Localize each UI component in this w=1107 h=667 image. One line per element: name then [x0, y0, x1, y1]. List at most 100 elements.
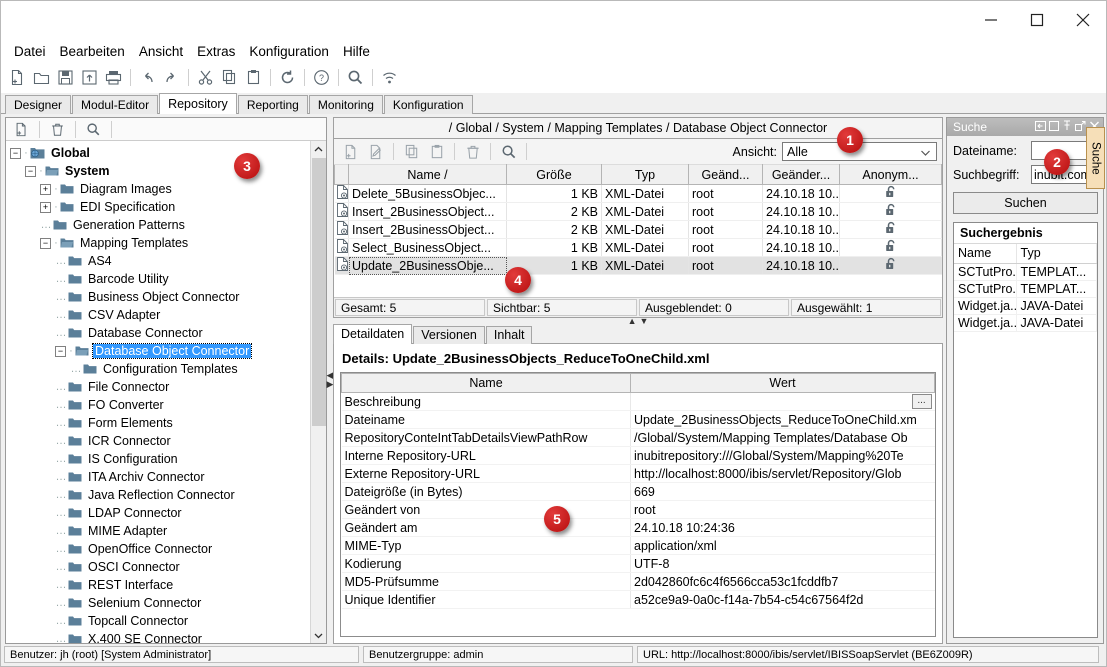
tree-node-icr-connector[interactable]: …ICR Connector: [10, 432, 310, 450]
details-row[interactable]: MD5-Prüfsumme2d042860fc6c4f6566cca53c1fc…: [342, 573, 935, 591]
column-header-changed-by[interactable]: Geänd...: [689, 165, 763, 185]
tree-node-java-reflection-connector[interactable]: …Java Reflection Connector: [10, 486, 310, 504]
table-row[interactable]: Insert_2BusinessObject...2 KBXML-Dateiro…: [335, 203, 942, 221]
tree-toggle-plus-icon[interactable]: +: [40, 184, 51, 195]
tree-node-as4[interactable]: …AS4: [10, 252, 310, 270]
search-icon[interactable]: [344, 66, 367, 89]
tree-node-selenium-connector[interactable]: …Selenium Connector: [10, 594, 310, 612]
new-node-icon[interactable]: [10, 118, 33, 141]
scroll-down-button[interactable]: [311, 627, 327, 643]
tab-inhalt[interactable]: Inhalt: [486, 326, 533, 344]
tree-node-business-object-connector[interactable]: …Business Object Connector: [10, 288, 310, 306]
column-header-anonymous[interactable]: Anonym...: [840, 165, 942, 185]
tree-node-database-connector[interactable]: …Database Connector: [10, 324, 310, 342]
menu-extras[interactable]: Extras: [190, 42, 242, 61]
collapse-left-icon[interactable]: [1035, 120, 1046, 134]
search-side-tab[interactable]: Suche: [1086, 127, 1105, 189]
menu-datei[interactable]: Datei: [7, 42, 53, 61]
tree-node-ldap-connector[interactable]: …LDAP Connector: [10, 504, 310, 522]
details-row[interactable]: Geändert am24.10.18 10:24:36: [342, 519, 935, 537]
tree-node-file-connector[interactable]: …File Connector: [10, 378, 310, 396]
maximize-button[interactable]: [1014, 1, 1060, 39]
tree-vertical-scrollbar[interactable]: [310, 141, 326, 643]
tree-toggle-minus-icon[interactable]: −: [40, 238, 51, 249]
tree-toggle-plus-icon[interactable]: +: [40, 202, 51, 213]
new-file-icon[interactable]: [6, 66, 29, 89]
tree-node-topcall-connector[interactable]: …Topcall Connector: [10, 612, 310, 630]
tab-designer[interactable]: Designer: [5, 95, 71, 114]
tree-node-ita-archiv-connector[interactable]: …ITA Archiv Connector: [10, 468, 310, 486]
save-as-icon[interactable]: [78, 66, 101, 89]
tree-node-openoffice-connector[interactable]: …OpenOffice Connector: [10, 540, 310, 558]
tree-node-system[interactable]: −·System: [10, 162, 310, 180]
tree-toggle-minus-icon[interactable]: −: [55, 346, 66, 357]
details-table[interactable]: Name Wert Beschreibung...DateinameUpdate…: [341, 373, 935, 609]
column-header-name[interactable]: Name /: [349, 165, 507, 185]
tree-toggle-minus-icon[interactable]: −: [10, 148, 21, 159]
tree-node-is-configuration[interactable]: …IS Configuration: [10, 450, 310, 468]
table-row[interactable]: Insert_2BusinessObject...2 KBXML-Dateiro…: [335, 221, 942, 239]
tree-node-edi-specification[interactable]: +·EDI Specification: [10, 198, 310, 216]
details-row[interactable]: Dateigröße (in Bytes)669: [342, 483, 935, 501]
details-row[interactable]: MIME-Typapplication/xml: [342, 537, 935, 555]
paste-icon[interactable]: [425, 140, 448, 163]
save-icon[interactable]: [54, 66, 77, 89]
maximize-icon[interactable]: [1049, 120, 1059, 134]
tab-monitoring[interactable]: Monitoring: [309, 95, 383, 114]
file-table[interactable]: Name / Größe Typ Geänd... Geänder... Ano…: [334, 164, 942, 275]
undo-icon[interactable]: [136, 66, 159, 89]
connection-icon[interactable]: [378, 66, 401, 89]
tree-node-list[interactable]: −·Global−·System+·Diagram Images+·EDI Sp…: [6, 141, 310, 643]
delete-icon[interactable]: [46, 118, 69, 141]
menu-bearbeiten[interactable]: Bearbeiten: [53, 42, 132, 61]
details-row[interactable]: Beschreibung...: [342, 393, 935, 411]
tree-node-osci-connector[interactable]: …OSCI Connector: [10, 558, 310, 576]
tree-node-rest-interface[interactable]: …REST Interface: [10, 576, 310, 594]
details-row[interactable]: Unique Identifiera52ce9a9-0a0c-f14a-7b54…: [342, 591, 935, 609]
tab-konfiguration[interactable]: Konfiguration: [384, 95, 473, 114]
tree-node-mapping-templates[interactable]: −·Mapping Templates: [10, 234, 310, 252]
search-results-table[interactable]: Name Typ SCTutPro...TEMPLAT...SCTutPro..…: [954, 244, 1097, 332]
tree-toggle-minus-icon[interactable]: −: [25, 166, 36, 177]
tree-node-diagram-images[interactable]: +·Diagram Images: [10, 180, 310, 198]
edit-description-button[interactable]: ...: [912, 394, 932, 409]
tree-node-barcode-utility[interactable]: …Barcode Utility: [10, 270, 310, 288]
new-file-icon[interactable]: [339, 140, 362, 163]
table-row[interactable]: Select_BusinessObject...1 KBXML-Dateiroo…: [335, 239, 942, 257]
open-folder-icon[interactable]: [30, 66, 53, 89]
column-header-type[interactable]: Typ: [602, 165, 689, 185]
details-row[interactable]: Externe Repository-URLhttp://localhost:8…: [342, 465, 935, 483]
tree-node-configuration-templates[interactable]: …Configuration Templates: [10, 360, 310, 378]
help-icon[interactable]: ?: [310, 66, 333, 89]
menu-konfiguration[interactable]: Konfiguration: [242, 42, 336, 61]
minimize-button[interactable]: [968, 1, 1014, 39]
menu-ansicht[interactable]: Ansicht: [132, 42, 190, 61]
tree-node-x-400-se-connector[interactable]: …X.400 SE Connector: [10, 630, 310, 643]
print-icon[interactable]: [102, 66, 125, 89]
redo-icon[interactable]: [160, 66, 183, 89]
tree-node-database-object-connector[interactable]: −·Database Object Connector: [10, 342, 310, 360]
tree-node-mime-adapter[interactable]: …MIME Adapter: [10, 522, 310, 540]
copy-icon[interactable]: [400, 140, 423, 163]
refresh-icon[interactable]: [276, 66, 299, 89]
cut-icon[interactable]: [194, 66, 217, 89]
close-button[interactable]: [1060, 1, 1106, 39]
table-row[interactable]: Update_2BusinessObje...1 KBXML-Dateiroot…: [335, 257, 942, 275]
search-icon[interactable]: [497, 140, 520, 163]
column-header-size[interactable]: Größe: [507, 165, 602, 185]
tree-node-generation-patterns[interactable]: …Generation Patterns: [10, 216, 310, 234]
details-row[interactable]: RepositoryConteIntTabDetailsViewPathRow/…: [342, 429, 935, 447]
column-header-changed-at[interactable]: Geänder...: [763, 165, 840, 185]
tree-node-csv-adapter[interactable]: …CSV Adapter: [10, 306, 310, 324]
details-row[interactable]: KodierungUTF-8: [342, 555, 935, 573]
paste-icon[interactable]: [242, 66, 265, 89]
table-row[interactable]: Delete_5BusinessObjec...1 KBXML-Dateiroo…: [335, 185, 942, 203]
copy-icon[interactable]: [218, 66, 241, 89]
tab-reporting[interactable]: Reporting: [238, 95, 308, 114]
list-item[interactable]: SCTutPro...TEMPLAT...: [954, 263, 1097, 280]
float-icon[interactable]: [1075, 120, 1086, 134]
details-row[interactable]: Interne Repository-URLinubitrepository:/…: [342, 447, 935, 465]
list-item[interactable]: Widget.ja...JAVA-Datei: [954, 314, 1097, 331]
scroll-thumb[interactable]: [312, 158, 326, 426]
scroll-up-button[interactable]: [311, 141, 327, 157]
